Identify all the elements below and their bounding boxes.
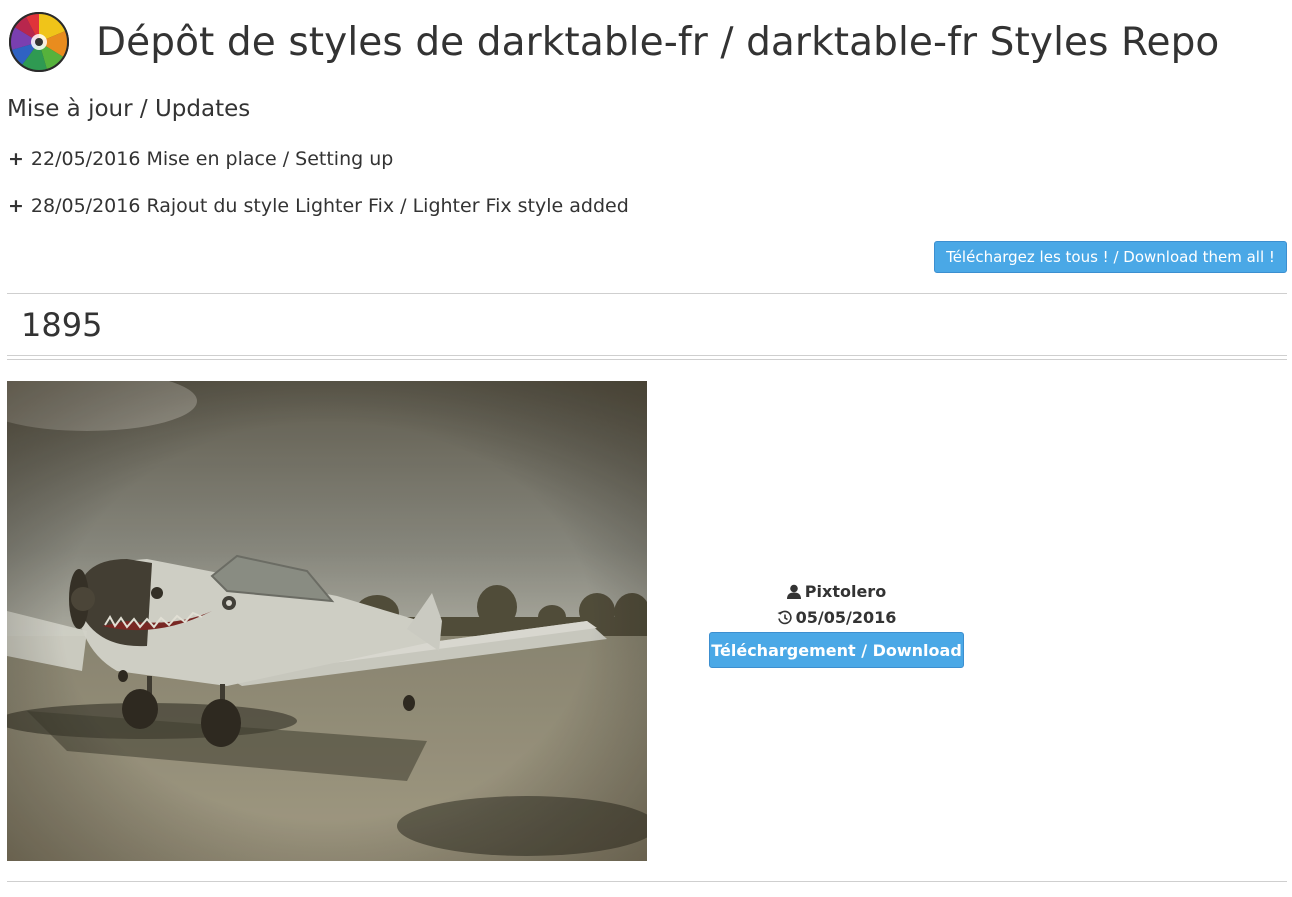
update-item-text: 22/05/2016 Mise en place / Setting up [30, 148, 394, 170]
author-line: Pixtolero [709, 578, 964, 604]
header: Dépôt de styles de darktable-fr / darkta… [8, 10, 1219, 74]
author-name: Pixtolero [804, 581, 887, 601]
expand-plus-icon[interactable]: + [8, 195, 24, 217]
style-meta: Pixtolero 05/05/2016 Téléchargement / Do… [709, 578, 964, 668]
divider [7, 359, 1287, 360]
darktable-logo-icon[interactable] [8, 11, 70, 73]
history-icon [777, 610, 792, 624]
update-item-text: 28/05/2016 Rajout du style Lighter Fix /… [30, 195, 629, 217]
site-title: Dépôt de styles de darktable-fr / darkta… [96, 19, 1220, 65]
style-preview-image[interactable] [7, 381, 647, 861]
page: Dépôt de styles de darktable-fr / darkta… [0, 0, 1292, 897]
download-style-button[interactable]: Téléchargement / Download [709, 632, 964, 668]
style-date: 05/05/2016 [795, 607, 897, 627]
update-item[interactable]: + 28/05/2016 Rajout du style Lighter Fix… [8, 195, 629, 217]
style-title: 1895 [21, 306, 103, 344]
updates-title: Mise à jour / Updates [7, 96, 251, 122]
update-item[interactable]: + 22/05/2016 Mise en place / Setting up [8, 148, 393, 170]
divider [7, 355, 1287, 356]
divider [7, 293, 1287, 294]
download-all-button[interactable]: Téléchargez les tous ! / Download them a… [934, 241, 1287, 273]
user-icon [786, 584, 801, 599]
expand-plus-icon[interactable]: + [8, 148, 24, 170]
date-line: 05/05/2016 [709, 604, 964, 630]
divider [7, 881, 1287, 882]
